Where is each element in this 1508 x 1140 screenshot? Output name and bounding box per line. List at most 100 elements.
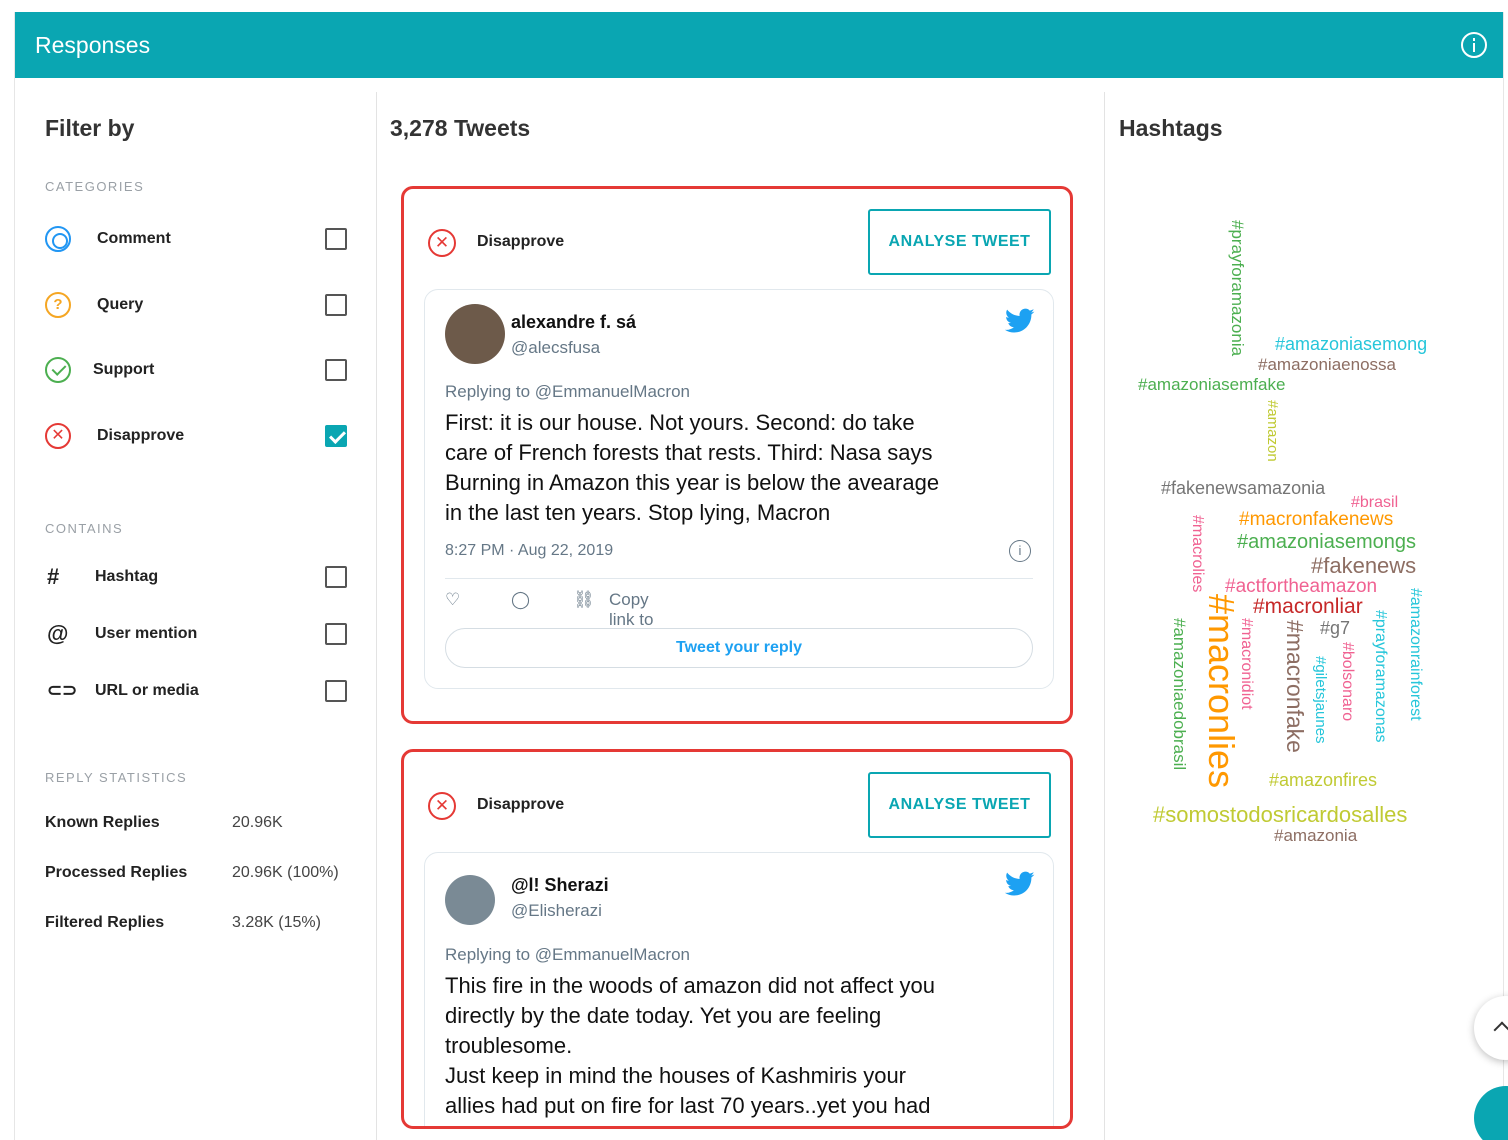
filter-label: Disapprove xyxy=(97,427,185,444)
hashtag-word[interactable]: #macronfakenews xyxy=(1239,510,1393,529)
reply-bubble-icon[interactable]: ◯ xyxy=(511,590,530,610)
column-divider xyxy=(376,92,377,1140)
link-icon[interactable]: ⛓ xyxy=(573,590,595,610)
embedded-tweet: @l! Sherazi @Elisherazi Replying to @Emm… xyxy=(424,852,1054,1126)
tweet-reply-button[interactable]: Tweet your reply xyxy=(445,628,1033,668)
avatar[interactable] xyxy=(445,304,505,364)
filter-label: Support xyxy=(93,361,155,378)
hashtag-word[interactable]: #amazoniaedobrasil xyxy=(1170,618,1189,770)
hashtag-word[interactable]: #somostodosricardosalles xyxy=(1153,804,1407,826)
hashtag-word[interactable]: #amazoniasemong xyxy=(1275,335,1427,353)
hashtag-word[interactable]: #macronlies xyxy=(1201,594,1242,788)
filter-title: Filter by xyxy=(45,115,135,141)
twitter-bird-icon[interactable] xyxy=(1005,308,1035,334)
close-circle-icon: ✕ xyxy=(45,423,71,449)
filter-url-media[interactable]: ⊂⊃ URL or media xyxy=(45,673,347,709)
hashtag-word[interactable]: #prayforamazonia xyxy=(1228,220,1247,356)
tweet-author-handle[interactable]: @Elisherazi xyxy=(511,901,602,921)
heart-icon[interactable]: ♡ xyxy=(445,590,460,610)
user-mention-checkbox[interactable] xyxy=(325,623,347,645)
stat-value: 20.96K (100%) xyxy=(232,864,339,881)
filter-label: Hashtag xyxy=(95,568,159,585)
hashtag-word[interactable]: #actfortheamazon xyxy=(1225,577,1377,596)
hashtag-icon: # xyxy=(47,564,60,589)
analyse-tweet-button[interactable]: ANALYSE TWEET xyxy=(868,209,1051,275)
stat-label: Filtered Replies xyxy=(45,914,165,931)
divider xyxy=(445,578,1033,579)
info-icon[interactable] xyxy=(1461,32,1487,58)
filter-user-mention[interactable]: @ User mention xyxy=(45,616,347,652)
replying-to[interactable]: Replying to @EmmanuelMacron xyxy=(445,945,690,965)
hashtag-word[interactable]: #g7 xyxy=(1320,619,1350,637)
hashtag-word[interactable]: #bolsonaro xyxy=(1339,642,1356,721)
categories-label: CATEGORIES xyxy=(45,179,145,194)
stat-label: Known Replies xyxy=(45,814,160,831)
twitter-bird-icon[interactable] xyxy=(1005,871,1035,897)
panel-header: Responses xyxy=(15,12,1503,78)
hashtag-word[interactable]: #macronliar xyxy=(1253,596,1363,617)
filter-support[interactable]: Support xyxy=(45,352,347,388)
tweet-text: First: it is our house. Not yours. Secon… xyxy=(445,410,940,525)
url-media-checkbox[interactable] xyxy=(325,680,347,702)
hashtag-checkbox[interactable] xyxy=(325,566,347,588)
tweet-author-name[interactable]: alexandre f. sá xyxy=(511,312,636,333)
replying-to[interactable]: Replying to @EmmanuelMacron xyxy=(445,382,690,402)
filter-disapprove[interactable]: ✕ Disapprove xyxy=(45,418,347,454)
tweet-author-name[interactable]: @l! Sherazi xyxy=(511,875,609,896)
hashtag-word[interactable]: #amazoniasemfake xyxy=(1138,376,1285,393)
analyse-tweet-button[interactable]: ANALYSE TWEET xyxy=(868,772,1051,838)
hashtag-word[interactable]: #prayforamazonas xyxy=(1372,610,1389,743)
contains-label: CONTAINS xyxy=(45,521,124,536)
filter-label: Query xyxy=(97,296,144,313)
question-icon: ? xyxy=(45,292,71,318)
filter-query[interactable]: ? Query xyxy=(45,287,347,323)
filter-label: Comment xyxy=(97,230,171,247)
tweet-author-handle[interactable]: @alecsfusa xyxy=(511,338,600,358)
hashtag-word[interactable]: #fakenewsamazonia xyxy=(1161,479,1325,497)
comment-checkbox[interactable] xyxy=(325,228,347,250)
hashtag-word[interactable]: #amazonrainforest xyxy=(1407,588,1424,721)
hashtag-word[interactable]: #amazon xyxy=(1264,400,1281,462)
hashtag-word[interactable]: #amazonia xyxy=(1274,827,1357,844)
filter-label: User mention xyxy=(95,625,198,642)
hashtag-word[interactable]: #amazoniaenossa xyxy=(1258,356,1396,373)
at-icon: @ xyxy=(47,621,69,646)
category-label: Disapprove xyxy=(477,233,565,250)
category-label: Disapprove xyxy=(477,796,565,813)
hashtag-word[interactable]: #fakenews xyxy=(1311,555,1416,577)
hashtag-word[interactable]: #macronfake xyxy=(1282,620,1308,753)
hashtags-title: Hashtags xyxy=(1119,115,1223,141)
tweet-card: ✕ Disapprove ANALYSE TWEET @l! Sherazi @… xyxy=(401,749,1073,1129)
disapprove-checkbox[interactable] xyxy=(325,425,347,447)
hashtag-word[interactable]: #amazoniasemongs xyxy=(1237,532,1416,552)
stat-value: 3.28K (15%) xyxy=(232,914,321,931)
filter-label: URL or media xyxy=(95,682,199,699)
tweet-card: ✕ Disapprove ANALYSE TWEET alexandre f. … xyxy=(401,186,1073,724)
info-icon[interactable]: i xyxy=(1009,540,1031,562)
link-icon: ⊂⊃ xyxy=(47,680,78,700)
filter-hashtag[interactable]: # Hashtag xyxy=(45,559,347,595)
hashtag-word[interactable]: #giletsjaunes xyxy=(1312,656,1329,744)
check-circle-icon xyxy=(45,357,71,383)
reply-statistics-label: REPLY STATISTICS xyxy=(45,770,188,785)
stat-value: 20.96K xyxy=(232,814,283,831)
hashtag-word[interactable]: #macrolies xyxy=(1189,515,1206,592)
support-checkbox[interactable] xyxy=(325,359,347,381)
tweets-count-title: 3,278 Tweets xyxy=(390,115,531,141)
close-circle-icon: ✕ xyxy=(428,792,456,820)
column-divider xyxy=(1104,92,1105,1140)
comment-icon xyxy=(45,226,71,252)
hashtag-word[interactable]: #amazonfires xyxy=(1269,771,1377,789)
stat-label: Processed Replies xyxy=(45,864,188,881)
hashtag-word[interactable]: #macronidiot xyxy=(1238,618,1255,710)
stat-filtered-replies: Filtered Replies 3.28K (15%) xyxy=(45,914,365,938)
stat-known-replies: Known Replies 20.96K xyxy=(45,814,365,838)
close-circle-icon: ✕ xyxy=(428,229,456,257)
stat-processed-replies: Processed Replies 20.96K (100%) xyxy=(45,864,365,888)
tweet-timestamp[interactable]: 8:27 PM · Aug 22, 2019 xyxy=(445,542,613,560)
filter-comment[interactable]: Comment xyxy=(45,221,347,257)
panel-title: Responses xyxy=(35,32,151,58)
tweet-text: This fire in the woods of amazon did not… xyxy=(445,973,935,1118)
avatar[interactable] xyxy=(445,875,495,925)
query-checkbox[interactable] xyxy=(325,294,347,316)
